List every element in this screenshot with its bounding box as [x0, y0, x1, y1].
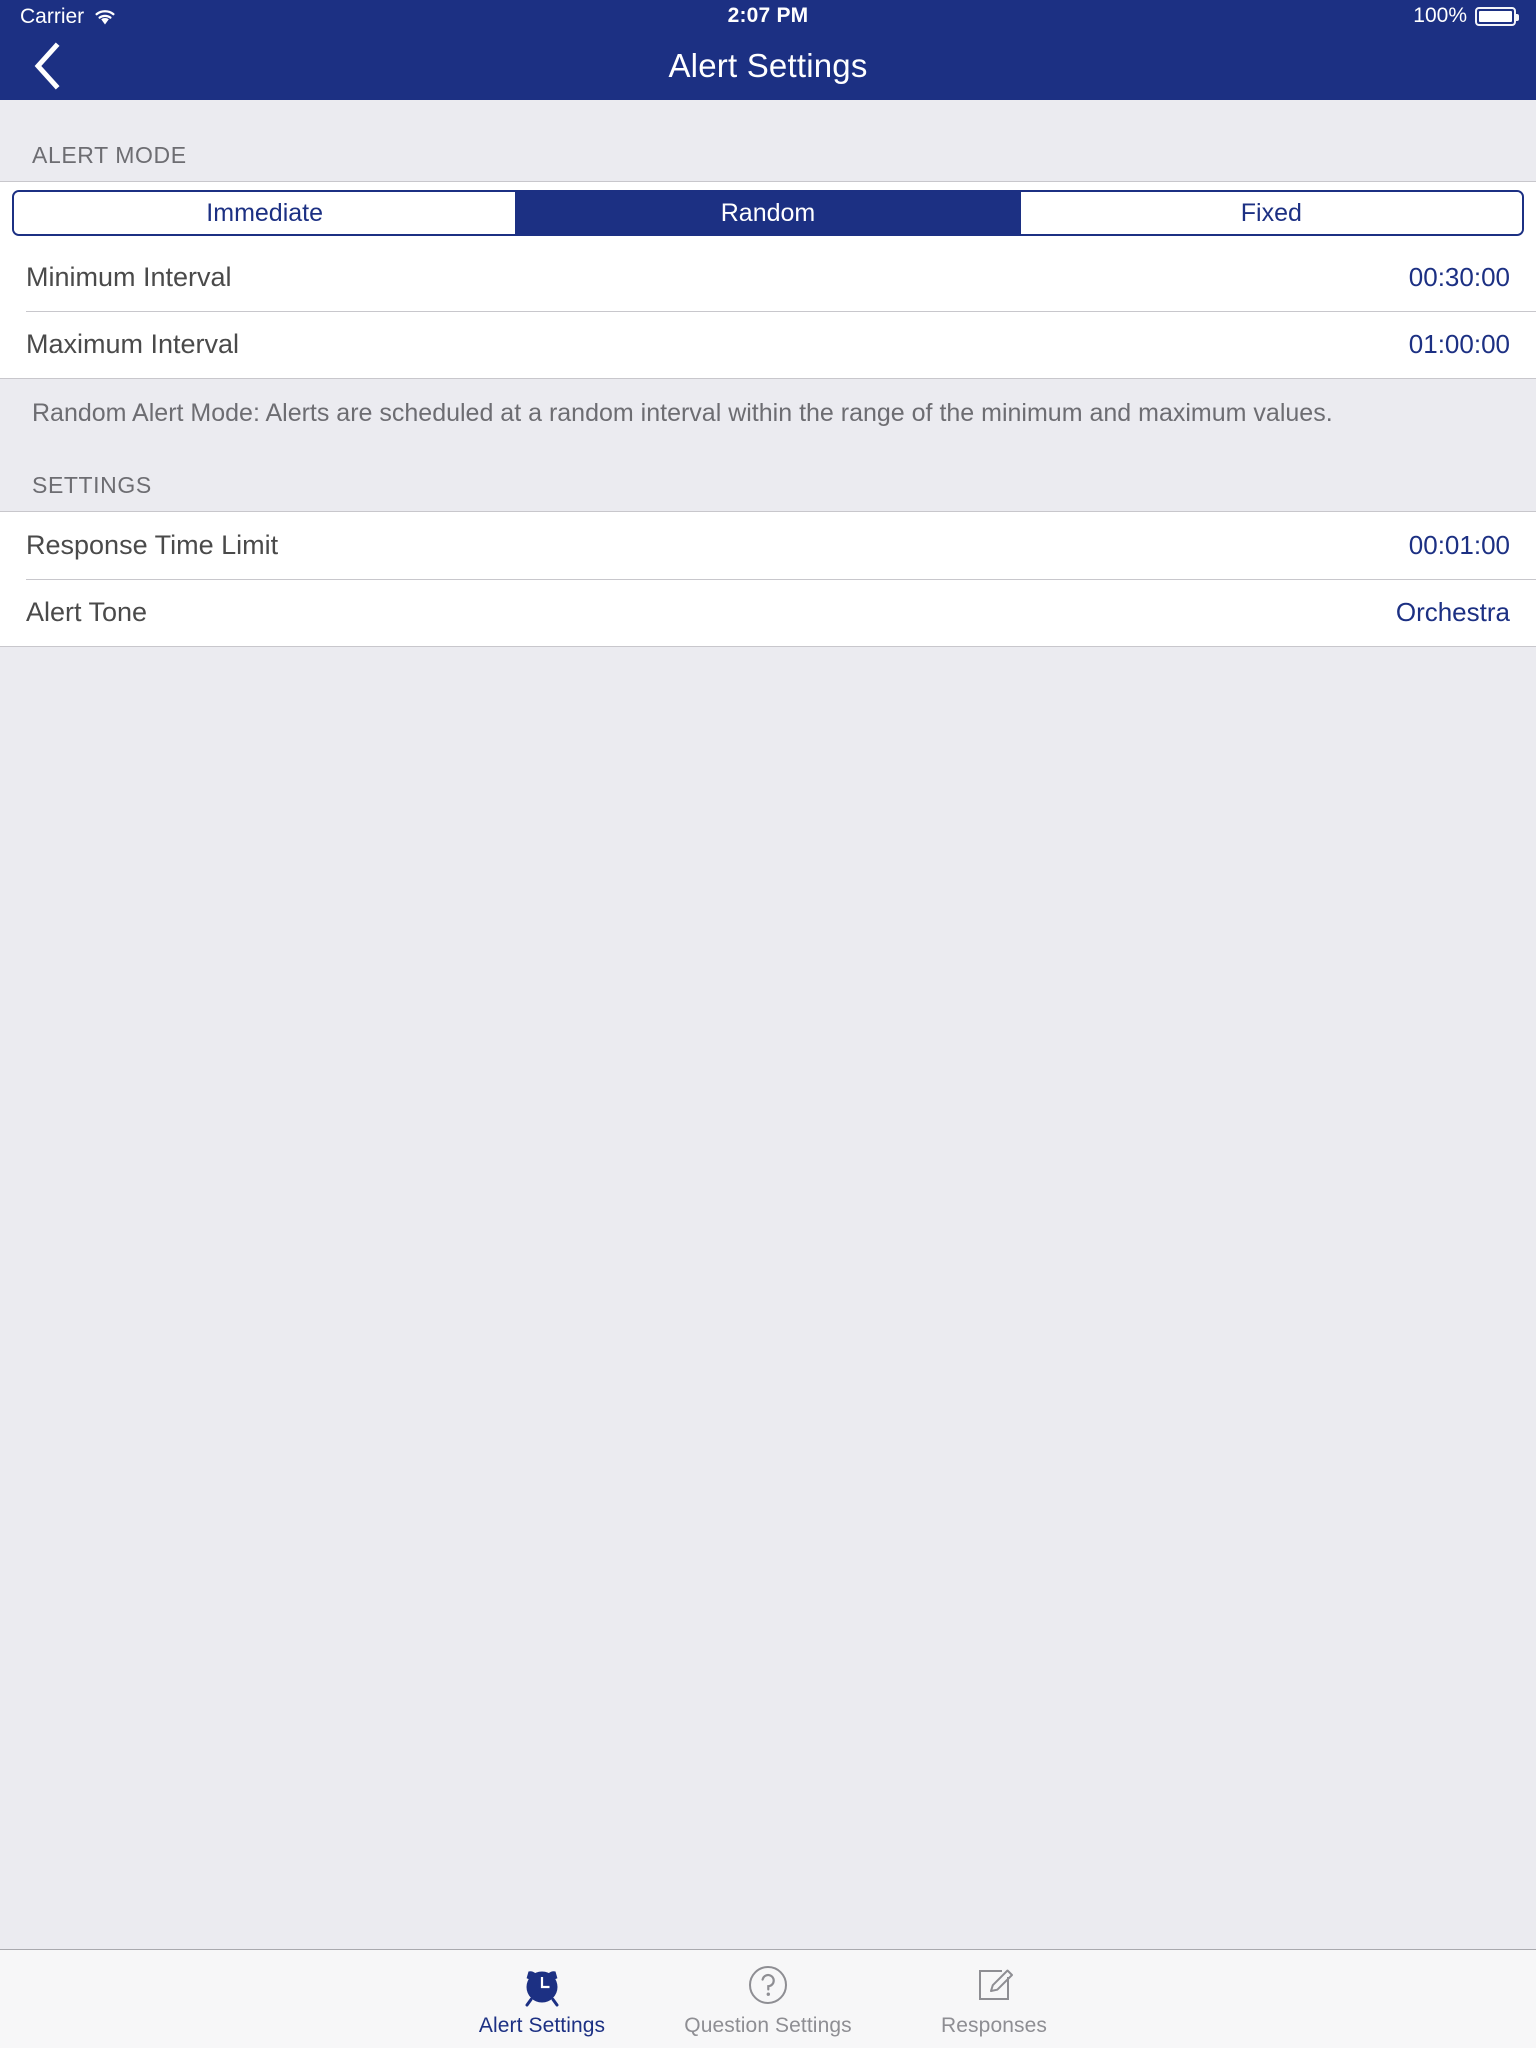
row-alert-tone[interactable]: Alert Tone Orchestra	[0, 578, 1536, 646]
section-header-settings: SETTINGS	[0, 441, 1536, 511]
app-screen: Carrier 2:07 PM 100% Alert Settings ALER…	[0, 0, 1536, 2048]
status-bar-time: 2:07 PM	[727, 4, 809, 27]
back-button[interactable]	[12, 32, 82, 100]
segment-fixed[interactable]: Fixed	[1020, 192, 1522, 234]
chevron-left-icon	[34, 42, 60, 90]
wifi-icon	[95, 9, 115, 24]
status-bar-left: Carrier	[20, 6, 117, 27]
question-circle-icon	[743, 1959, 793, 2011]
tab-bar: Alert Settings Question Settings Respons…	[0, 1949, 1536, 2048]
settings-rows-group: Response Time Limit 00:01:00 Alert Tone …	[0, 510, 1536, 647]
row-label: Maximum Interval	[26, 329, 240, 359]
settings-list: ALERT MODE Immediate Random Fixed Minimu…	[0, 100, 1536, 1949]
segment-random[interactable]: Random	[517, 192, 1021, 234]
page-title: Alert Settings	[668, 47, 868, 84]
carrier-label: Carrier	[20, 4, 85, 28]
row-value: Orchestra	[1395, 596, 1510, 627]
battery-percent-label: 100%	[1413, 4, 1467, 27]
row-maximum-interval[interactable]: Maximum Interval 01:00:00	[0, 311, 1536, 378]
row-value: 01:00:00	[1408, 329, 1510, 359]
row-value: 00:01:00	[1408, 529, 1510, 560]
row-minimum-interval[interactable]: Minimum Interval 00:30:00	[0, 244, 1536, 311]
segment-immediate[interactable]: Immediate	[14, 192, 518, 234]
navigation-bar: Alert Settings	[0, 32, 1536, 100]
alert-mode-rows-group: Minimum Interval 00:30:00 Maximum Interv…	[0, 244, 1536, 379]
tab-label: Question Settings	[684, 2014, 852, 2037]
tab-label: Alert Settings	[478, 2014, 606, 2037]
row-value: 00:30:00	[1408, 262, 1510, 292]
tab-alert-settings[interactable]: Alert Settings	[429, 1959, 655, 2038]
alert-mode-segmented-container: Immediate Random Fixed	[0, 181, 1536, 244]
battery-fill	[1479, 10, 1512, 22]
battery-icon	[1475, 6, 1519, 26]
tab-label: Responses	[941, 2014, 1047, 2037]
tab-question-settings[interactable]: Question Settings	[655, 1959, 881, 2038]
alert-mode-footer-note: Random Alert Mode: Alerts are scheduled …	[0, 379, 1536, 442]
row-response-time-limit[interactable]: Response Time Limit 00:01:00	[0, 511, 1536, 579]
row-label: Alert Tone	[26, 596, 148, 627]
row-label: Minimum Interval	[26, 262, 232, 292]
tab-responses[interactable]: Responses	[881, 1959, 1107, 2038]
status-bar: Carrier 2:07 PM 100%	[0, 0, 1536, 32]
status-bar-right: 100%	[1413, 4, 1519, 28]
pencil-square-icon	[969, 1959, 1019, 2011]
alert-mode-segmented-control[interactable]: Immediate Random Fixed	[12, 190, 1524, 236]
alarm-clock-icon	[517, 1959, 567, 2011]
row-label: Response Time Limit	[26, 529, 279, 560]
section-header-alert-mode: ALERT MODE	[0, 100, 1536, 181]
